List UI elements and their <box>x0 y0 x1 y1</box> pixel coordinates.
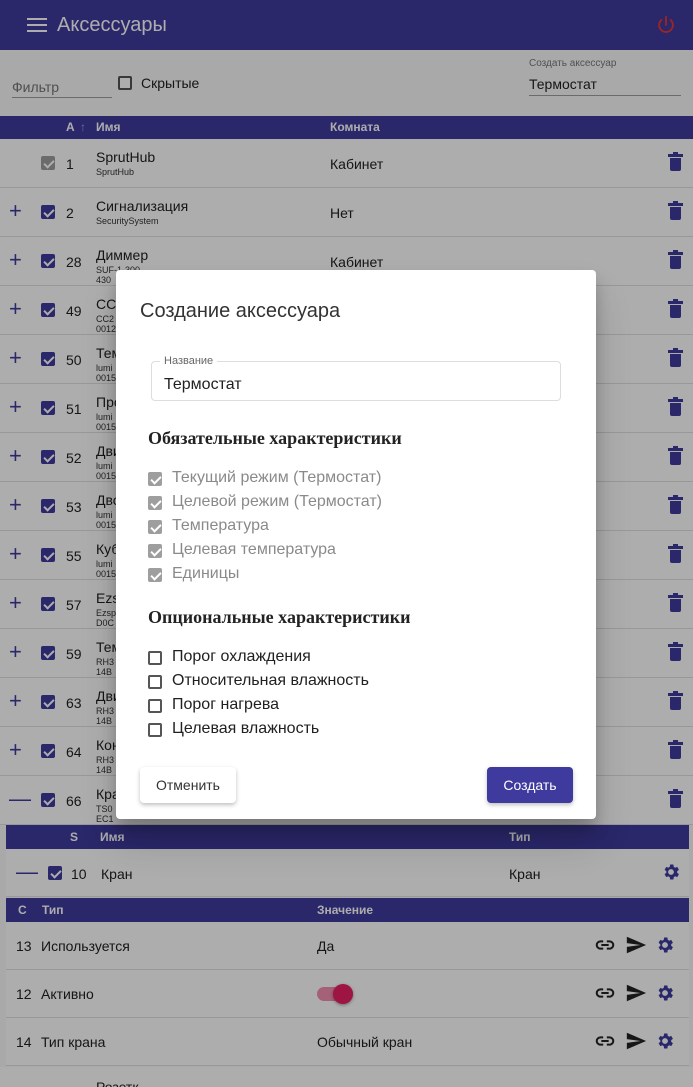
optional-label: Целевая влажность <box>172 720 320 737</box>
required-checkbox <box>148 544 162 558</box>
required-label: Температура <box>172 517 269 534</box>
required-title: Обязательные характеристики <box>148 428 402 448</box>
dialog-title: Создание аксессуара <box>140 300 341 322</box>
optional-checkbox[interactable] <box>148 699 162 713</box>
optional-label: Порог охлаждения <box>172 648 311 665</box>
required-label: Текущий режим (Термостат) <box>172 469 382 486</box>
create-accessory-dialog: Создание аксессуара Название Термостат О… <box>116 270 596 819</box>
optional-checkbox[interactable] <box>148 723 162 737</box>
name-field-label: Название <box>160 355 218 367</box>
optional-title: Опциональные характеристики <box>148 607 411 627</box>
required-checkbox <box>148 520 162 534</box>
create-button[interactable]: Создать <box>487 767 573 803</box>
required-checkbox <box>148 496 162 510</box>
optional-label: Порог нагрева <box>172 696 280 713</box>
optional-checkbox[interactable] <box>148 675 162 689</box>
required-checkbox <box>148 472 162 486</box>
optional-checkbox[interactable] <box>148 651 162 665</box>
required-label: Единицы <box>172 565 240 582</box>
name-field[interactable]: Название Термостат <box>151 355 561 401</box>
name-field-value[interactable]: Термостат <box>164 376 242 394</box>
required-label: Целевой режим (Термостат) <box>172 493 382 510</box>
optional-label: Относительная влажность <box>172 672 369 689</box>
required-label: Целевая температура <box>172 541 336 558</box>
cancel-button[interactable]: Отменить <box>140 767 236 803</box>
required-checkbox <box>148 568 162 582</box>
